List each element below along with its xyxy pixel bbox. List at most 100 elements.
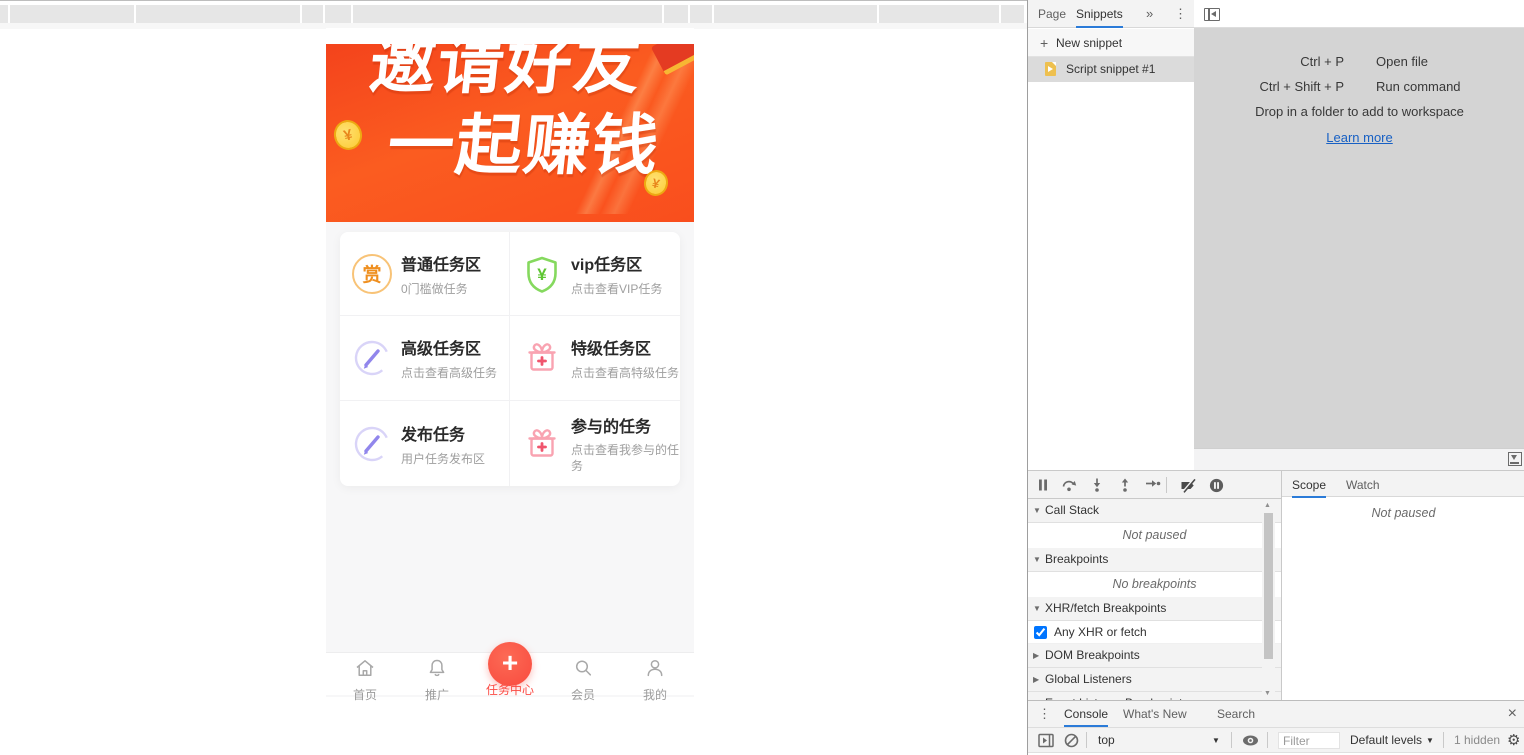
expanded-icon: ▼ <box>1033 597 1041 620</box>
browser-tab-placeholder[interactable] <box>714 5 877 23</box>
hidden-count: 1 hidden <box>1454 728 1500 753</box>
step-icon[interactable] <box>1145 478 1161 492</box>
clear-console-icon[interactable] <box>1064 733 1079 748</box>
overflow-menu-icon[interactable]: ⋮ <box>1174 0 1187 28</box>
browser-tab-placeholder[interactable] <box>879 5 999 23</box>
scroll-down-icon[interactable]: ▼ <box>1264 690 1271 697</box>
section-call-stack[interactable]: ▼ Call Stack <box>1028 499 1281 523</box>
tab-whats-new[interactable]: What's New <box>1123 701 1187 727</box>
task-cell-normal[interactable]: 赏 普通任务区 0门槛做任务 <box>340 232 510 316</box>
task-cell-publish[interactable]: 发布任务 用户任务发布区 <box>340 401 510 486</box>
collapsed-icon: ▶ <box>1033 692 1039 700</box>
snippet-list-item-selected[interactable]: Script snippet #1 <box>1028 57 1194 82</box>
nav-item-mine[interactable]: 我的 <box>625 657 685 703</box>
task-cell-vip[interactable]: ¥ vip任务区 点击查看VIP任务 <box>510 232 680 316</box>
browser-tab-placeholder[interactable] <box>353 5 662 23</box>
toolbar-separator <box>1267 732 1268 748</box>
console-settings-gear-icon[interactable]: ⚙ <box>1507 728 1520 753</box>
browser-tab-placeholder[interactable] <box>1001 5 1024 23</box>
editor-tab-bar <box>1194 0 1524 28</box>
task-title: 特级任务区 <box>571 335 679 359</box>
task-title: vip任务区 <box>571 251 662 275</box>
expanded-icon: ▼ <box>1033 548 1041 571</box>
scope-message: Not paused <box>1282 506 1524 520</box>
more-tabs-icon[interactable]: » <box>1146 0 1153 28</box>
browser-tab-strip <box>0 0 1028 28</box>
tab-snippets[interactable]: Snippets <box>1076 0 1123 28</box>
toolbar-separator <box>1231 732 1232 748</box>
nav-item-home[interactable]: 首页 <box>335 657 395 703</box>
drop-folder-hint: Drop in a folder to add to workspace <box>1194 104 1524 119</box>
reward-badge-icon: 赏 <box>352 254 392 294</box>
deactivate-breakpoints-icon[interactable] <box>1180 478 1197 493</box>
browser-tab-placeholder[interactable] <box>10 5 134 23</box>
invite-banner[interactable]: 邀请好友 一起赚钱 ¥ ¥ <box>326 44 694 222</box>
pause-script-icon[interactable] <box>1036 478 1050 492</box>
browser-tab-placeholder[interactable] <box>0 5 8 23</box>
new-snippet-button[interactable]: + New snippet <box>1028 29 1194 57</box>
debugger-toolbar <box>1028 470 1281 499</box>
snippet-file-icon <box>1045 62 1056 76</box>
editor-status-bar <box>1194 448 1524 470</box>
shortcut-keys: Ctrl + P <box>1194 54 1344 69</box>
browser-tab-placeholder[interactable] <box>302 5 323 23</box>
task-cell-advanced[interactable]: 高级任务区 点击查看高级任务 <box>340 316 510 401</box>
sidebar-scrollbar[interactable]: ▲ ▼ <box>1262 499 1275 700</box>
step-over-icon[interactable] <box>1061 478 1077 492</box>
browser-tab-placeholders <box>0 5 1026 23</box>
editor-drop-zone[interactable]: Ctrl + P Open file Ctrl + Shift + P Run … <box>1194 28 1524 448</box>
tab-search[interactable]: Search <box>1217 701 1255 727</box>
scroll-up-icon[interactable]: ▲ <box>1264 502 1271 509</box>
task-subtitle: 用户任务发布区 <box>401 450 485 467</box>
log-levels-selector[interactable]: Default levels <box>1350 728 1422 753</box>
browser-tab-placeholder[interactable] <box>690 5 712 23</box>
task-cell-special[interactable]: 特级任务区 点击查看高特级任务 <box>510 316 680 401</box>
tab-scope[interactable]: Scope <box>1292 472 1326 498</box>
toolbar-separator <box>1086 732 1087 748</box>
coin-icon: ¥ <box>331 117 365 153</box>
user-icon <box>644 657 666 679</box>
section-event-listener-breakpoints[interactable]: ▶ Event Listener Breakpoints <box>1028 692 1281 700</box>
context-selector[interactable]: top <box>1098 728 1115 753</box>
section-xhr-breakpoints[interactable]: ▼ XHR/fetch Breakpoints + <box>1028 597 1281 621</box>
section-breakpoints[interactable]: ▼ Breakpoints <box>1028 548 1281 572</box>
browser-tab-placeholder[interactable] <box>136 5 300 23</box>
learn-more-link[interactable]: Learn more <box>1326 130 1392 145</box>
hide-navigator-icon[interactable] <box>1204 8 1220 21</box>
shortcut-action: Run command <box>1376 79 1524 94</box>
any-xhr-checkbox[interactable] <box>1034 626 1047 639</box>
section-dom-breakpoints[interactable]: ▶ DOM Breakpoints <box>1028 644 1281 668</box>
pause-on-exceptions-icon[interactable] <box>1209 478 1224 493</box>
snippet-name: Script snippet #1 <box>1066 57 1155 82</box>
tab-console[interactable]: Console <box>1064 701 1108 727</box>
nav-item-member[interactable]: 会员 <box>553 657 613 703</box>
eye-icon[interactable] <box>1242 734 1259 747</box>
filter-input[interactable] <box>1278 732 1340 749</box>
expand-panel-icon[interactable] <box>1508 452 1522 466</box>
chevron-down-icon[interactable]: ▼ <box>1426 728 1434 753</box>
nav-item-promo[interactable]: 推广 <box>407 657 467 703</box>
task-cell-joined[interactable]: 参与的任务 点击查看我参与的任务 <box>510 401 680 486</box>
chevron-down-icon[interactable]: ▼ <box>1212 728 1220 753</box>
navigator-tab-bar: Page Snippets » ⋮ <box>1028 0 1194 28</box>
drawer-menu-icon[interactable]: ⋮ <box>1038 706 1051 722</box>
section-global-listeners[interactable]: ▶ Global Listeners <box>1028 668 1281 692</box>
tab-watch[interactable]: Watch <box>1346 472 1380 498</box>
task-subtitle: 点击查看高特级任务 <box>571 364 679 381</box>
task-title: 普通任务区 <box>401 251 481 275</box>
scrollbar-thumb[interactable] <box>1264 513 1273 659</box>
pencil-circle-icon <box>352 424 392 464</box>
task-center-fab-button[interactable]: + <box>488 642 532 686</box>
step-into-icon[interactable] <box>1090 478 1104 492</box>
step-out-icon[interactable] <box>1118 478 1132 492</box>
browser-tab-placeholder[interactable] <box>325 5 351 23</box>
nav-label: 会员 <box>553 686 613 703</box>
shortcut-action: Open file <box>1376 54 1524 69</box>
task-title: 发布任务 <box>401 421 485 445</box>
shortcut-hints: Ctrl + P Open file Ctrl + Shift + P Run … <box>1194 54 1524 145</box>
close-drawer-icon[interactable]: × <box>1508 701 1517 727</box>
browser-tab-placeholder[interactable] <box>664 5 688 23</box>
show-console-sidebar-icon[interactable] <box>1038 733 1054 748</box>
toolbar-separator <box>1443 732 1444 748</box>
tab-page[interactable]: Page <box>1038 0 1066 28</box>
